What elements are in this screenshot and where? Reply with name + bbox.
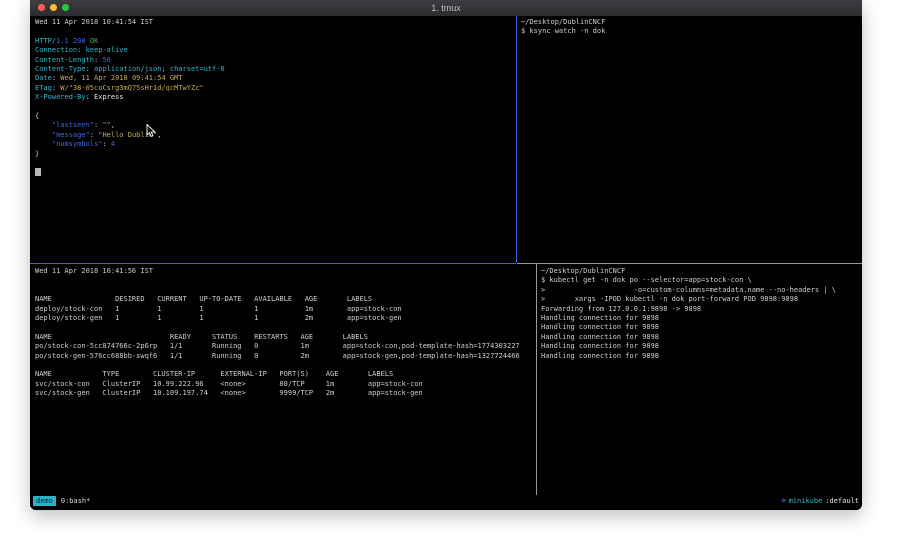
- pane-bottom-left-kubectl-resources[interactable]: Wed 11 Apr 2018 10:41:56 ISTNAME DESIRED…: [35, 267, 520, 399]
- pane-top-right-ksync[interactable]: ~/Desktop/DublinCNCF$ ksync watch -n dok: [521, 18, 605, 37]
- pane-divider-horizontal-left[interactable]: [30, 263, 516, 264]
- terminal-window: 1. tmux Wed 11 Apr 2018 10:41:54 ISTHTTP…: [30, 0, 862, 510]
- traffic-lights: [38, 4, 69, 11]
- pane-top-left-http-response[interactable]: Wed 11 Apr 2018 10:41:54 ISTHTTP/1.1 200…: [35, 18, 225, 178]
- tmux-terminal: Wed 11 Apr 2018 10:41:54 ISTHTTP/1.1 200…: [30, 16, 862, 510]
- tmux-session-name: demo: [33, 496, 56, 506]
- kube-namespace: :default: [825, 495, 859, 507]
- pane-bottom-right-port-forward[interactable]: ~/Desktop/DublinCNCF$ kubectl get -n dok…: [541, 267, 836, 361]
- minimize-button[interactable]: [50, 4, 57, 11]
- kubernetes-wheel-icon: ☸: [781, 495, 785, 507]
- pane-divider-vertical-bottom[interactable]: [536, 264, 537, 495]
- pane-divider-horizontal-right[interactable]: [517, 263, 862, 264]
- close-button[interactable]: [38, 4, 45, 11]
- mouse-cursor: [146, 124, 156, 138]
- window-title: 1. tmux: [431, 3, 461, 13]
- tmux-status-left: demo 0:bash*: [33, 495, 90, 507]
- tmux-window-item-active[interactable]: 0:bash*: [61, 495, 91, 507]
- tmux-status-right: ☸ minikube :default: [781, 495, 859, 507]
- window-titlebar[interactable]: 1. tmux: [30, 0, 862, 17]
- zoom-button[interactable]: [62, 4, 69, 11]
- kube-context-name: minikube: [789, 495, 823, 507]
- pane-divider-vertical-top[interactable]: [516, 16, 517, 263]
- tmux-status-bar: demo 0:bash* ☸ minikube :default: [30, 495, 862, 507]
